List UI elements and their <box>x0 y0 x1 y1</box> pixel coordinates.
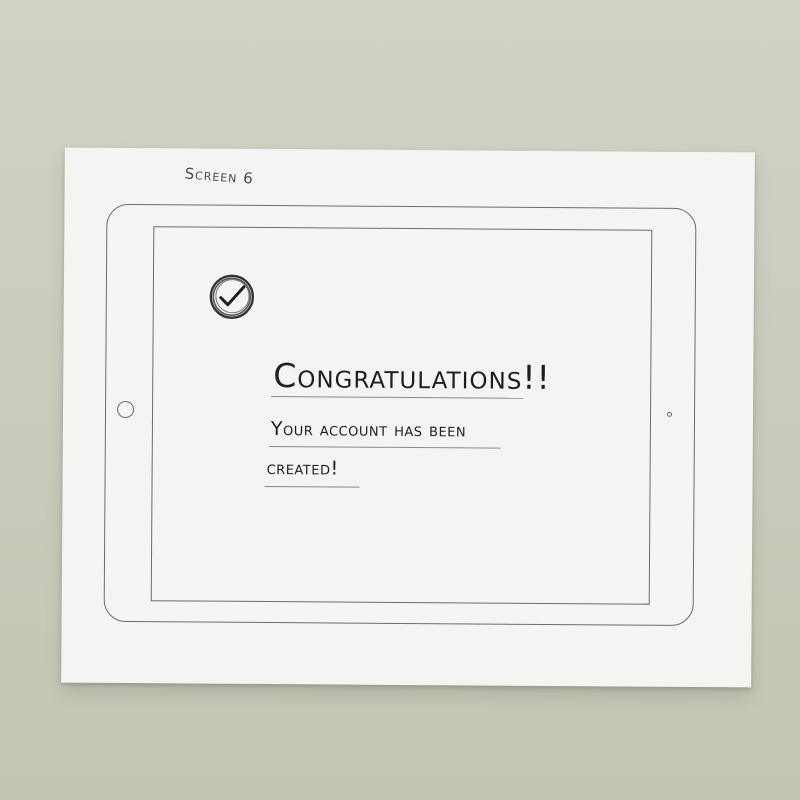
message-underline-2 <box>264 486 360 488</box>
congratulations-heading: Congratulations!! <box>273 356 551 397</box>
home-button[interactable] <box>116 400 135 419</box>
paper-sketch-sheet: Screen 6 Congratulations!! Your account … <box>61 147 755 688</box>
camera-dot <box>667 411 673 417</box>
tablet-frame: Congratulations!! Your account has been … <box>103 203 697 626</box>
message-underline-1 <box>268 446 501 449</box>
screen-label: Screen 6 <box>184 164 255 188</box>
tablet-screen: Congratulations!! Your account has been … <box>150 226 653 605</box>
account-created-message-line-1: Your account has been <box>270 418 467 442</box>
check-circle-icon <box>209 274 255 319</box>
account-created-message-line-2: created! <box>266 457 339 480</box>
